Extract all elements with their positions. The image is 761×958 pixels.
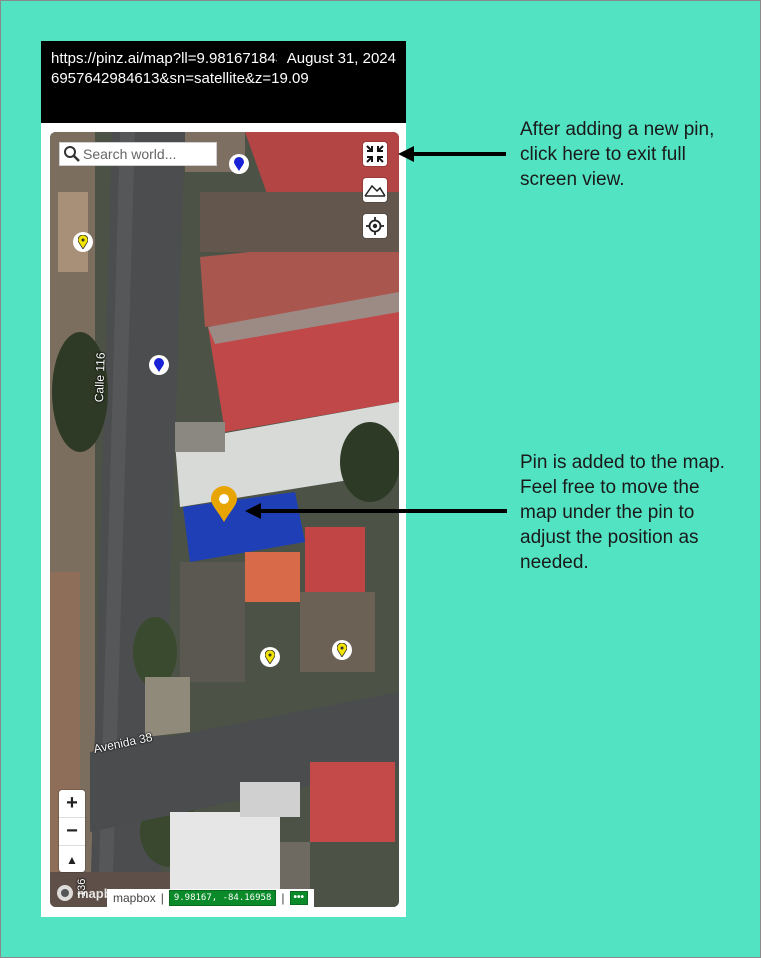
attribution-separator: | (160, 891, 164, 905)
map-pin-icon (337, 643, 347, 657)
locate-button[interactable] (363, 214, 387, 238)
annotation-exit-fullscreen: After adding a new pin, click here to ex… (520, 119, 715, 190)
attribution-text[interactable]: mapbox (113, 891, 156, 905)
exit-fullscreen-icon (366, 145, 384, 163)
coordinates-readout[interactable]: 9.98167, -84.16958 (168, 890, 277, 906)
annotation-pin-added: Pin is added to the map. Feel free to mo… (520, 452, 725, 573)
yellow-pin-marker[interactable] (73, 232, 93, 252)
more-options-button[interactable]: ••• (289, 891, 309, 905)
map-pin-icon (234, 157, 244, 171)
search-box[interactable]: Search world... (59, 142, 217, 166)
capture-date: August 31, 2024 (276, 49, 396, 69)
satellite-map[interactable]: Search world... Calle 116 Avenida 38 136… (50, 132, 399, 907)
map-attribution: mapbox | 9.98167, -84.16958 | ••• (107, 889, 315, 907)
map-pin-icon (78, 235, 88, 249)
map-pin-icon (265, 650, 275, 664)
blue-pin-marker[interactable] (229, 154, 249, 174)
terrain-button[interactable] (363, 178, 387, 202)
search-icon (64, 146, 80, 162)
arrow-exit-fullscreen (398, 146, 506, 162)
terrain-icon (364, 184, 386, 197)
blue-pin-marker[interactable] (149, 355, 169, 375)
zoom-control: + − ▲ (59, 790, 85, 872)
zoom-in-button[interactable]: + (59, 790, 85, 818)
zoom-out-button[interactable]: − (59, 818, 85, 846)
map-pin-icon (154, 358, 164, 372)
arrow-pin-added (245, 503, 507, 519)
mapbox-logo-icon (57, 885, 73, 901)
screenshot-header: https://pinz.ai/map?ll=9.98167184339762%… (41, 41, 406, 123)
attribution-separator: | (281, 891, 285, 905)
search-input[interactable]: Search world... (83, 146, 176, 162)
new-pin-marker[interactable] (211, 486, 237, 522)
locate-icon (366, 217, 384, 235)
yellow-pin-marker[interactable] (332, 640, 352, 660)
compass-button[interactable]: ▲ (59, 846, 85, 873)
road-label-calle: Calle 116 (92, 352, 108, 403)
exit-fullscreen-button[interactable] (363, 142, 387, 166)
yellow-pin-marker[interactable] (260, 647, 280, 667)
